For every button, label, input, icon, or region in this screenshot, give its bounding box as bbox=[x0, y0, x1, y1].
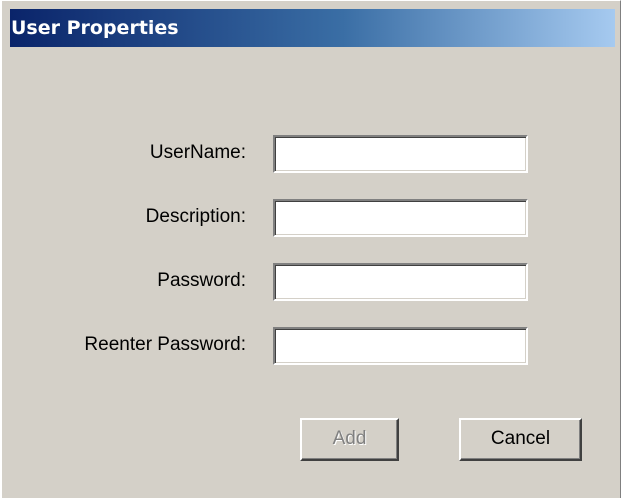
dialog-title: User Properties bbox=[11, 17, 179, 39]
user-properties-dialog: User Properties UserName: Description: P… bbox=[0, 0, 621, 498]
description-label: Description: bbox=[145, 206, 246, 227]
username-field[interactable] bbox=[273, 135, 528, 173]
password-label: Password: bbox=[157, 270, 246, 291]
reenter-password-label: Reenter Password: bbox=[84, 334, 246, 355]
add-button[interactable]: Add bbox=[300, 418, 399, 461]
dialog-title-bar[interactable]: User Properties bbox=[10, 9, 615, 47]
password-field[interactable] bbox=[273, 263, 528, 301]
description-field[interactable] bbox=[273, 199, 528, 237]
reenter-password-field[interactable] bbox=[273, 327, 528, 365]
cancel-button[interactable]: Cancel bbox=[459, 418, 582, 461]
username-label: UserName: bbox=[149, 142, 246, 163]
